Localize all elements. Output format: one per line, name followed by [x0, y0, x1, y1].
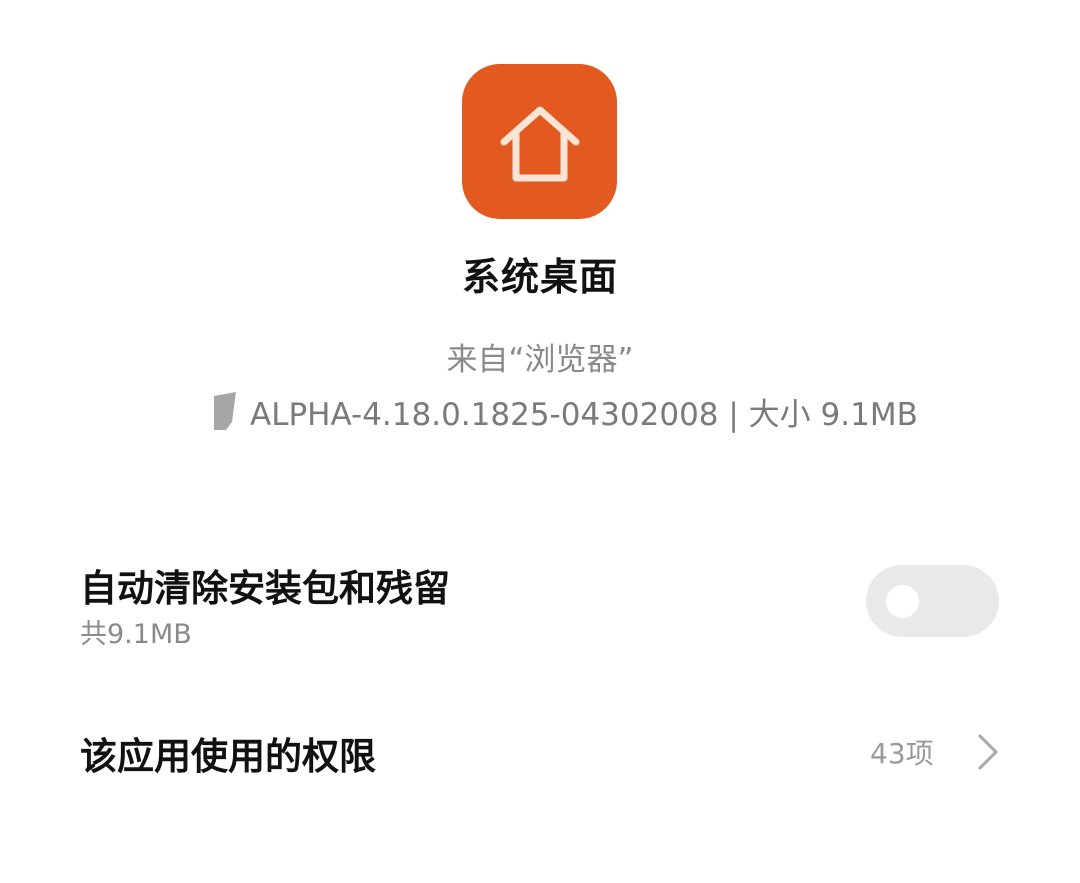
auto-clean-subtitle: 共9.1MB: [80, 619, 192, 650]
auto-clean-toggle[interactable]: [866, 565, 999, 637]
permissions-count: 43项: [870, 737, 934, 770]
home-icon: [500, 106, 579, 181]
version-badge-icon: [214, 392, 236, 430]
app-name: 系统桌面: [461, 255, 618, 299]
version-text: ALPHA-4.18.0.1825-04302008 | 大小 9.1MB: [250, 396, 918, 433]
auto-clean-title: 自动清除安装包和残留: [80, 567, 450, 610]
app-icon: [462, 64, 617, 219]
version-info: ALPHA-4.18.0.1825-04302008 | 大小 9.1MB: [214, 390, 918, 433]
chevron-right-icon: [978, 734, 998, 770]
permissions-row[interactable]: 该应用使用的权限 43项: [0, 712, 1080, 792]
permissions-title: 该应用使用的权限: [80, 735, 376, 778]
app-info-page: 系统桌面 来自“浏览器” ALPHA-4.18.0.1825-04302008 …: [0, 0, 1080, 883]
toggle-knob: [886, 585, 919, 618]
app-source: 来自“浏览器”: [446, 342, 634, 378]
